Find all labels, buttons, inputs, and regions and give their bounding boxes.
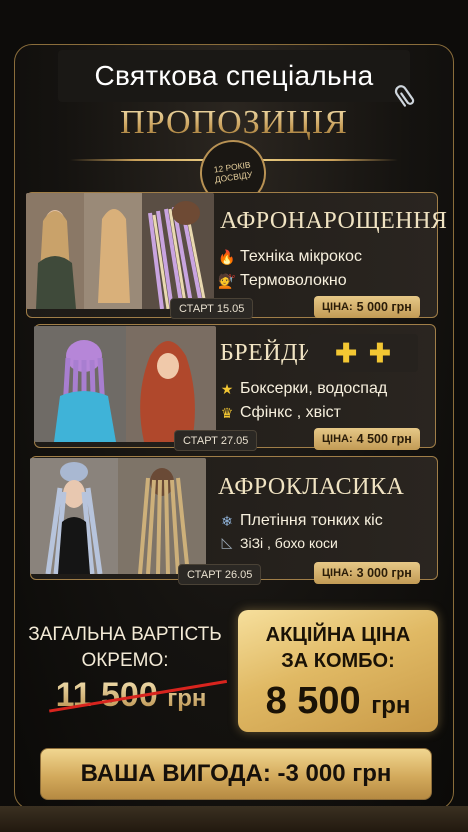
service-feature-text: Боксерки, водоспад: [240, 380, 388, 397]
service-feature-text: Сфінкс , хвіст: [240, 404, 342, 421]
service-feature-text: ЗіЗі , бохо коси: [240, 534, 338, 551]
service-photo: [26, 193, 214, 309]
page-title: Святкова спеціальна: [58, 50, 410, 102]
bottom-band: [0, 806, 468, 832]
combo-price-value: 8 500: [265, 680, 361, 722]
service-feature: ◺ ЗіЗі , бохо коси: [218, 534, 338, 551]
service-feature: ★ Боксерки, водоспад: [218, 380, 387, 398]
price-value: 3 000 грн: [356, 566, 412, 580]
separate-total-label: ЗАГАЛЬНА ВАРТІСТЬ ОКРЕМО:: [24, 622, 226, 674]
service-feature: 🔥 Техніка мікрокос: [218, 248, 362, 266]
combo-price-currency: грн: [371, 692, 411, 719]
combo-label-line: ЗА КОМБО:: [281, 650, 395, 672]
ruler-triangle-icon: ◺: [221, 534, 233, 550]
savings-text: ВАША ВИГОДА: -3 000 грн: [80, 760, 392, 787]
decor-crosses: ✚ ✚: [308, 334, 418, 372]
price-value: 5 000 грн: [356, 300, 412, 314]
crown-icon: ♛: [220, 404, 234, 421]
service-feature: ♛ Сфінкс , хвіст: [218, 404, 341, 422]
separate-total-line: ЗАГАЛЬНА ВАРТІСТЬ: [28, 624, 222, 645]
service-title: БРЕЙДИ: [220, 340, 316, 366]
combo-label: АКЦІЙНА ЦІНА ЗА КОМБО:: [238, 610, 438, 674]
service-title: АФРОНАРОЩЕННЯ: [220, 208, 448, 234]
service-feature: 💇 Термоволокно: [218, 272, 347, 290]
service-feature-text: Техніка мікрокос: [240, 248, 362, 265]
page-subtitle: ПРОПОЗИЦІЯ: [0, 104, 468, 142]
fire-icon: 🔥: [218, 248, 236, 265]
start-date-text: СТАРТ 26.05: [187, 568, 253, 581]
service-title: АФРОКЛАСИКА: [218, 474, 405, 500]
price-badge: ЦІНА: 3 000 грн: [314, 562, 420, 584]
service-photo: [30, 458, 206, 574]
savings-banner: ВАША ВИГОДА: -3 000 грн: [40, 748, 432, 800]
combo-price: 8 500 грн: [238, 680, 438, 723]
price-badge: ЦІНА: 4 500 грн: [314, 428, 420, 450]
start-date-text: СТАРТ 27.05: [183, 434, 249, 447]
start-date-text: СТАРТ 15.05: [179, 302, 245, 315]
price-badge: ЦІНА: 5 000 грн: [314, 296, 420, 318]
price-label: ЦІНА:: [322, 433, 353, 445]
start-date-badge: СТАРТ 26.05: [178, 564, 262, 585]
service-feature-text: Плетіння тонких кіс: [240, 512, 383, 529]
star-icon: ★: [220, 380, 234, 397]
separate-total-line: ОКРЕМО:: [81, 650, 169, 671]
page-title-text: Святкова спеціальна: [94, 60, 374, 91]
snowflake-icon: ❄: [221, 512, 233, 529]
combo-label-line: АКЦІЙНА ЦІНА: [265, 624, 411, 646]
start-date-badge: СТАРТ 27.05: [174, 430, 258, 451]
start-date-badge: СТАРТ 15.05: [170, 298, 254, 319]
plus-icon: ✚: [369, 337, 391, 368]
price-label: ЦІНА:: [322, 567, 353, 579]
service-feature: ❄ Плетіння тонких кіс: [218, 512, 383, 530]
hairdresser-icon: 💇: [218, 272, 236, 289]
price-label: ЦІНА:: [322, 301, 353, 313]
service-photo: [34, 326, 216, 442]
price-value: 4 500 грн: [356, 432, 412, 446]
combo-price-box: АКЦІЙНА ЦІНА ЗА КОМБО: 8 500 грн: [238, 610, 438, 732]
service-feature-text: Термоволокно: [240, 272, 347, 289]
plus-icon: ✚: [335, 337, 357, 368]
